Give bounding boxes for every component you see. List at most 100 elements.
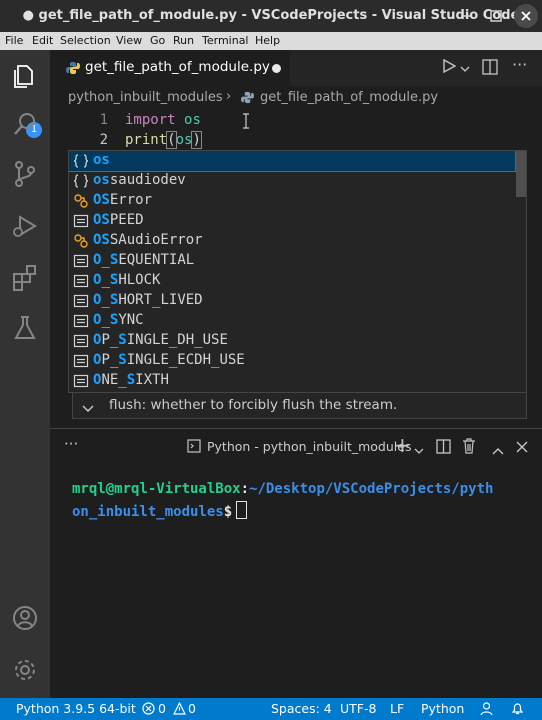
close-window-icon[interactable] xyxy=(514,4,538,28)
suggestion-item[interactable]: OSSAudioError xyxy=(69,231,515,251)
suggestion-item[interactable]: OP_SINGLE_ECDH_USE xyxy=(69,351,515,371)
editor-tab-bar: get_file_path_of_module.py ··· xyxy=(50,50,542,86)
constant-icon xyxy=(73,253,89,269)
menu-view[interactable]: View xyxy=(116,34,142,47)
module-name: os xyxy=(184,112,201,128)
python-interpreter[interactable]: Python 3.9.5 64-bit xyxy=(16,701,136,716)
suggestion-item[interactable]: ONE_SIXTH xyxy=(69,371,515,391)
prompt-user: mrql@mrql-VirtualBox xyxy=(72,481,241,497)
menu-file[interactable]: File xyxy=(5,34,23,47)
close-paren: ) xyxy=(191,131,202,149)
end-of-line[interactable]: LF xyxy=(390,701,404,716)
prompt-colon: : xyxy=(240,481,250,497)
extensions-icon[interactable] xyxy=(9,262,41,294)
open-paren: ( xyxy=(166,131,177,149)
close-panel-icon[interactable] xyxy=(516,439,528,457)
module-braces-icon xyxy=(73,173,89,189)
suggestion-item[interactable]: OSError xyxy=(69,191,515,211)
minimize-icon[interactable] xyxy=(454,4,478,28)
breadcrumb-folder[interactable]: python_inbuilt_modules xyxy=(68,90,223,105)
run-dropdown-chevron-icon[interactable] xyxy=(460,62,470,78)
unsaved-dot-icon[interactable] xyxy=(272,64,281,73)
suggestion-label: OP_SINGLE_DH_USE xyxy=(93,332,228,348)
suggestion-item[interactable]: ossaudiodev xyxy=(69,171,515,191)
menu-selection[interactable]: Selection xyxy=(60,34,111,47)
suggestion-item[interactable]: os xyxy=(69,151,516,172)
errors-count[interactable]: 0 xyxy=(158,701,166,716)
new-terminal-plus-icon[interactable]: + xyxy=(394,433,411,457)
menu-bar: File Edit Selection View Go Run Terminal… xyxy=(0,32,542,50)
suggestion-label: os xyxy=(93,152,110,168)
chevron-down-icon[interactable] xyxy=(82,401,94,417)
constant-icon xyxy=(73,333,89,349)
code-line-1[interactable]: 1 import os xyxy=(50,110,542,130)
indentation[interactable]: Spaces: 4 xyxy=(271,701,332,716)
suggestion-label: O_SHORT_LIVED xyxy=(93,292,203,308)
panel-more-icon[interactable]: ··· xyxy=(64,435,78,453)
run-debug-icon[interactable] xyxy=(9,210,41,242)
feedback-icon[interactable] xyxy=(479,701,494,719)
trash-icon[interactable] xyxy=(462,438,476,458)
split-terminal-icon[interactable] xyxy=(436,439,451,458)
line-number: 2 xyxy=(99,132,108,148)
line-number: 1 xyxy=(99,112,108,128)
suggestion-item[interactable]: OP_SINGLE_DH_USE xyxy=(69,331,515,351)
accounts-icon[interactable] xyxy=(9,602,41,634)
status-bar: Python 3.9.5 64-bit 0 0 Spaces: 4 UTF-8 … xyxy=(0,698,542,720)
encoding[interactable]: UTF-8 xyxy=(340,701,376,716)
suggestion-item[interactable]: O_SHLOCK xyxy=(69,271,515,291)
explorer-icon[interactable] xyxy=(9,60,41,92)
terminal-name[interactable]: Python - python_inbuilt_modules xyxy=(207,439,411,454)
maximize-panel-chevron-up-icon[interactable] xyxy=(492,441,504,459)
python-file-icon xyxy=(66,60,80,79)
constant-icon xyxy=(73,293,89,309)
suggestion-item[interactable]: O_SYNC xyxy=(69,311,515,331)
tab-label: get_file_path_of_module.py xyxy=(85,59,270,75)
terminal-icon xyxy=(187,439,201,457)
menu-run[interactable]: Run xyxy=(173,34,194,47)
search-icon[interactable] xyxy=(9,108,41,140)
menu-help[interactable]: Help xyxy=(255,34,280,47)
run-file-icon[interactable] xyxy=(442,58,457,77)
argument-os: os xyxy=(175,132,193,148)
suggestion-item[interactable]: O_SEQUENTIAL xyxy=(69,251,515,271)
prompt-symbol: $ xyxy=(223,504,233,520)
terminal-dropdown-chevron-icon[interactable] xyxy=(414,442,424,460)
terminal-cursor xyxy=(236,501,248,519)
suggestion-label: O_SEQUENTIAL xyxy=(93,252,195,268)
menu-terminal[interactable]: Terminal xyxy=(202,34,249,47)
testing-icon[interactable] xyxy=(9,312,41,344)
constant-icon xyxy=(73,353,89,369)
constant-icon xyxy=(73,213,89,229)
source-control-icon[interactable] xyxy=(9,158,41,190)
tab-get-file-path-of-module[interactable]: get_file_path_of_module.py xyxy=(50,50,290,86)
split-editor-icon[interactable] xyxy=(482,59,498,79)
suggestion-label: O_SHLOCK xyxy=(93,272,161,288)
warnings-icon[interactable] xyxy=(173,701,186,718)
parameter-hint-text: flush: whether to forcibly flush the str… xyxy=(109,397,398,413)
suggestion-item[interactable]: O_SHORT_LIVED xyxy=(69,291,515,311)
suggestion-item[interactable]: OSPEED xyxy=(69,211,515,231)
breadcrumb-file[interactable]: get_file_path_of_module.py xyxy=(260,90,438,105)
suggestion-label: OSPEED xyxy=(93,212,144,228)
suggestion-label: OP_SINGLE_ECDH_USE xyxy=(93,352,245,368)
settings-gear-icon[interactable] xyxy=(9,654,41,686)
autocomplete-suggestions: os ossaudiodev OSError OSPEED OSSAudioError O… xyxy=(68,150,527,393)
terminal-output[interactable]: mrql@mrql-VirtualBox:~/Desktop/VSCodePro… xyxy=(72,481,493,521)
notifications-bell-icon[interactable] xyxy=(510,701,525,719)
errors-icon[interactable] xyxy=(142,702,155,718)
more-actions-icon[interactable]: ··· xyxy=(512,55,527,74)
suggestion-label: OSError xyxy=(93,192,153,208)
menu-go[interactable]: Go xyxy=(150,34,165,47)
code-line-2[interactable]: 2 print(os) xyxy=(50,130,542,150)
class-icon xyxy=(73,193,89,209)
maximize-icon[interactable] xyxy=(484,4,508,28)
warnings-count[interactable]: 0 xyxy=(188,701,196,716)
menu-edit[interactable]: Edit xyxy=(32,34,53,47)
suggestion-label: OSSAudioError xyxy=(93,232,203,248)
language-mode[interactable]: Python xyxy=(421,701,464,716)
python-file-icon xyxy=(241,91,254,108)
parameter-hint: flush: whether to forcibly flush the str… xyxy=(72,393,527,419)
suggestions-scrollbar[interactable] xyxy=(516,151,526,197)
function-print: print xyxy=(125,132,168,148)
